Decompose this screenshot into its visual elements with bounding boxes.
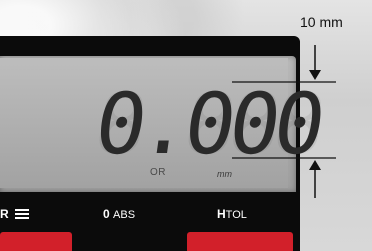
dimension-top-arrowhead <box>309 70 321 80</box>
dimension-bottom-arrowhead <box>309 160 321 170</box>
dimension-overlay <box>232 45 336 198</box>
